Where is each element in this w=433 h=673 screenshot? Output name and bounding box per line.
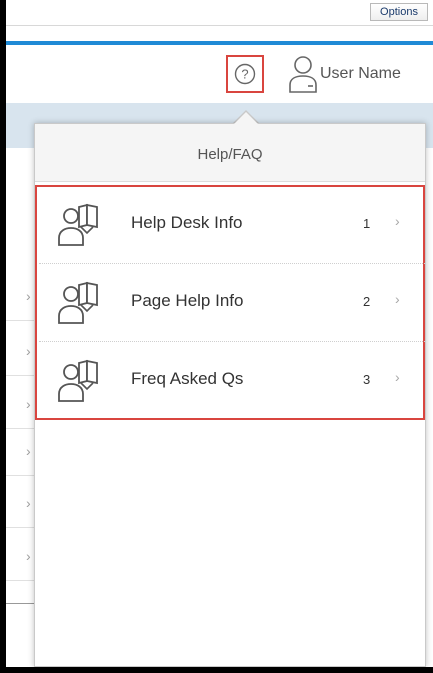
list-item-freq-asked-qs[interactable]: Freq Asked Qs 3 › xyxy=(39,343,425,420)
item-count: 3 xyxy=(363,372,371,387)
options-button[interactable]: Options xyxy=(370,3,428,21)
popover-arrow-inner xyxy=(234,112,258,124)
user-icon[interactable] xyxy=(288,55,318,93)
top-toolbar: Options xyxy=(6,0,433,26)
help-button[interactable]: ? xyxy=(226,55,264,93)
item-label: Freq Asked Qs xyxy=(131,369,244,388)
popover-header: Help/FAQ xyxy=(35,124,425,182)
chevron-right-icon: › xyxy=(26,443,31,459)
help-icon: ? xyxy=(234,63,256,85)
chevron-right-icon: › xyxy=(26,495,31,511)
background-divider xyxy=(6,603,36,604)
background-row[interactable]: › xyxy=(6,430,36,476)
chevron-right-icon: › xyxy=(26,343,31,359)
user-name[interactable]: User Name xyxy=(320,65,401,83)
help-book-user-icon xyxy=(58,203,98,246)
svg-text:?: ? xyxy=(241,67,248,82)
chevron-right-icon: › xyxy=(26,288,31,304)
help-list: Help Desk Info 1 › Page Help Info 2 › Fr… xyxy=(35,185,425,420)
background-row[interactable]: › xyxy=(6,275,36,321)
background-row[interactable]: › xyxy=(6,330,36,376)
popover-title: Help/FAQ xyxy=(197,146,263,163)
item-label: Help Desk Info xyxy=(131,213,243,232)
background-row[interactable]: › xyxy=(6,535,36,581)
background-row[interactable]: › xyxy=(6,383,36,429)
chevron-right-icon: › xyxy=(395,291,400,307)
list-item-help-desk-info[interactable]: Help Desk Info 1 › xyxy=(39,187,425,264)
chevron-right-icon: › xyxy=(395,369,400,385)
help-faq-popover: Help/FAQ Help Desk Info 1 › Page Help In… xyxy=(34,123,426,667)
chevron-right-icon: › xyxy=(26,396,31,412)
background-row[interactable]: › xyxy=(6,482,36,528)
chevron-right-icon: › xyxy=(26,548,31,564)
item-count: 2 xyxy=(363,294,371,309)
help-book-user-icon xyxy=(58,359,98,402)
chevron-right-icon: › xyxy=(395,213,400,229)
list-item-page-help-info[interactable]: Page Help Info 2 › xyxy=(39,265,425,342)
item-count: 1 xyxy=(363,216,371,231)
item-label: Page Help Info xyxy=(131,291,244,310)
frame-bottom xyxy=(0,667,433,673)
help-book-user-icon xyxy=(58,281,98,324)
